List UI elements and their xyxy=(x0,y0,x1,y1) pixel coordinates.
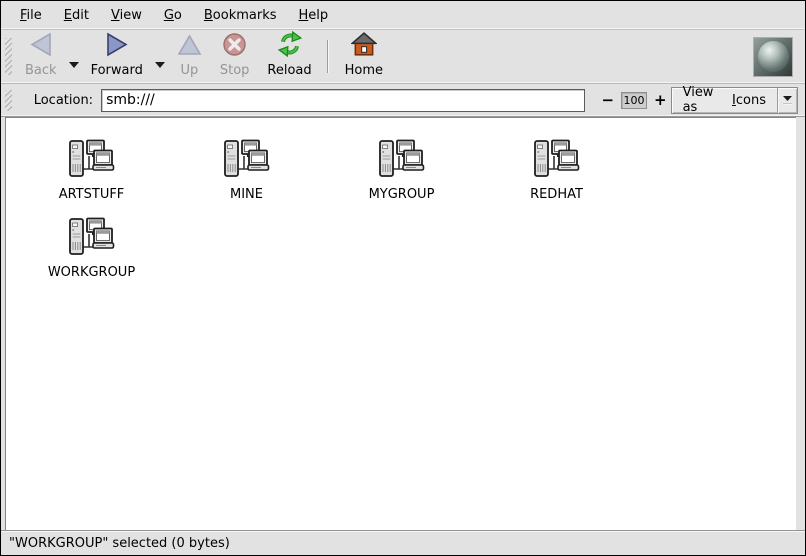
up-icon xyxy=(177,32,202,61)
status-text: "WORKGROUP" selected (0 bytes) xyxy=(9,536,230,551)
menu-file[interactable]: File xyxy=(9,3,53,28)
network-workgroup-icon xyxy=(68,139,115,183)
home-icon xyxy=(351,32,377,61)
forward-history-chevron-icon[interactable] xyxy=(152,54,168,72)
network-workgroup-icon xyxy=(533,139,580,183)
zoom-out-button[interactable]: − xyxy=(597,91,618,109)
workgroup-label: ARTSTUFF xyxy=(59,187,125,202)
location-bar-grip-handle[interactable] xyxy=(5,90,12,111)
status-bar: "WORKGROUP" selected (0 bytes) xyxy=(1,530,805,555)
location-input[interactable] xyxy=(101,89,585,112)
workgroup-item[interactable]: WORKGROUP xyxy=(14,217,169,280)
zoom-level-indicator: 100 xyxy=(621,92,647,109)
menu-view[interactable]: View xyxy=(100,3,153,28)
network-workgroup-icon xyxy=(68,217,115,261)
up-button[interactable]: Up xyxy=(168,32,211,81)
throbber xyxy=(753,37,793,77)
back-icon xyxy=(28,32,54,61)
stop-icon xyxy=(222,32,247,61)
file-manager-window: File Edit View Go Bookmarks Help Back Fo… xyxy=(0,0,806,556)
workgroup-item[interactable]: MINE xyxy=(169,139,324,202)
workgroup-label: MYGROUP xyxy=(369,187,435,202)
workgroup-item[interactable]: MYGROUP xyxy=(324,139,479,202)
forward-icon xyxy=(104,32,130,61)
location-label: Location: xyxy=(34,93,93,108)
workgroup-label: WORKGROUP xyxy=(48,265,135,280)
menu-edit[interactable]: Edit xyxy=(53,3,100,28)
back-history-chevron-icon[interactable] xyxy=(66,54,82,72)
location-bar: Location: − 100 + View as Icons xyxy=(1,84,805,117)
menu-bookmarks[interactable]: Bookmarks xyxy=(193,3,288,28)
menu-go[interactable]: Go xyxy=(153,3,193,28)
home-button[interactable]: Home xyxy=(336,32,392,81)
toolbar-spacer xyxy=(392,32,753,81)
combo-dropdown-arrow-icon[interactable] xyxy=(777,88,797,113)
toolbar-grip-handle[interactable] xyxy=(5,38,12,75)
toolbar-separator xyxy=(327,40,328,73)
zoom-in-button[interactable]: + xyxy=(650,91,671,109)
menu-bar: File Edit View Go Bookmarks Help xyxy=(1,1,805,30)
workgroup-item[interactable]: ARTSTUFF xyxy=(14,139,169,202)
icon-grid: ARTSTUFF MINE xyxy=(6,118,642,295)
menu-help[interactable]: Help xyxy=(288,3,340,28)
stop-button[interactable]: Stop xyxy=(211,32,259,81)
view-as-combo[interactable]: View as Icons xyxy=(671,87,798,114)
reload-icon xyxy=(277,31,303,61)
throbber-sphere-icon xyxy=(758,41,789,72)
workgroup-item[interactable]: REDHAT xyxy=(479,139,634,202)
network-workgroup-icon xyxy=(223,139,270,183)
network-workgroup-icon xyxy=(378,139,425,183)
reload-button[interactable]: Reload xyxy=(258,32,320,81)
forward-button[interactable]: Forward xyxy=(82,32,152,81)
toolbar: Back Forward Up xyxy=(1,30,805,84)
icon-view-canvas[interactable]: ARTSTUFF MINE xyxy=(5,117,796,530)
back-button[interactable]: Back xyxy=(16,32,66,81)
workgroup-label: REDHAT xyxy=(530,187,583,202)
workgroup-label: MINE xyxy=(230,187,263,202)
